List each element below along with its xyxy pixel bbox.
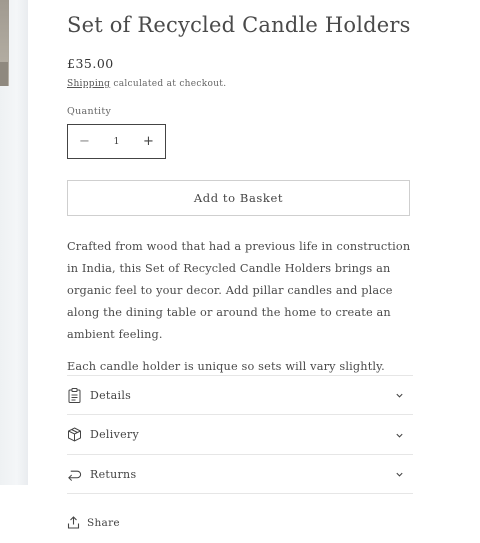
quantity-label: Quantity [67, 106, 112, 117]
shipping-note: Shipping calculated at checkout. [67, 79, 226, 89]
description-paragraph: Crafted from wood that had a previous li… [67, 240, 411, 341]
product-price: £35.00 [67, 56, 114, 71]
share-label: Share [87, 516, 120, 529]
product-image[interactable] [0, 0, 28, 485]
product-description: Crafted from wood that had a previous li… [67, 236, 419, 388]
share-icon [67, 516, 80, 529]
quantity-increase-button[interactable]: + [132, 125, 165, 158]
chevron-down-icon [396, 472, 403, 477]
share-button[interactable]: Share [67, 516, 120, 529]
clipboard-icon [67, 387, 82, 403]
accordion-delivery[interactable]: Delivery [67, 414, 413, 454]
add-to-basket-button[interactable]: Add to Basket [67, 180, 410, 216]
chevron-down-icon [396, 433, 403, 438]
chevron-down-icon [396, 393, 403, 398]
accordion-returns[interactable]: Returns [67, 454, 413, 494]
accordion-details[interactable]: Details [67, 375, 413, 414]
product-image-candle-holder-base [0, 62, 8, 86]
product-accordion: Details Delivery Returns [67, 375, 413, 494]
quantity-input[interactable]: 1 [101, 136, 132, 147]
quantity-decrease-button[interactable]: − [68, 125, 101, 158]
box-icon [67, 427, 82, 442]
return-arrow-icon [67, 467, 82, 482]
shipping-note-text: calculated at checkout. [110, 79, 227, 89]
quantity-stepper: − 1 + [67, 124, 166, 159]
accordion-details-label: Details [90, 388, 132, 402]
product-title: Set of Recycled Candle Holders [67, 13, 411, 37]
accordion-returns-label: Returns [90, 467, 137, 481]
shipping-link[interactable]: Shipping [67, 79, 110, 89]
accordion-delivery-label: Delivery [90, 428, 139, 441]
